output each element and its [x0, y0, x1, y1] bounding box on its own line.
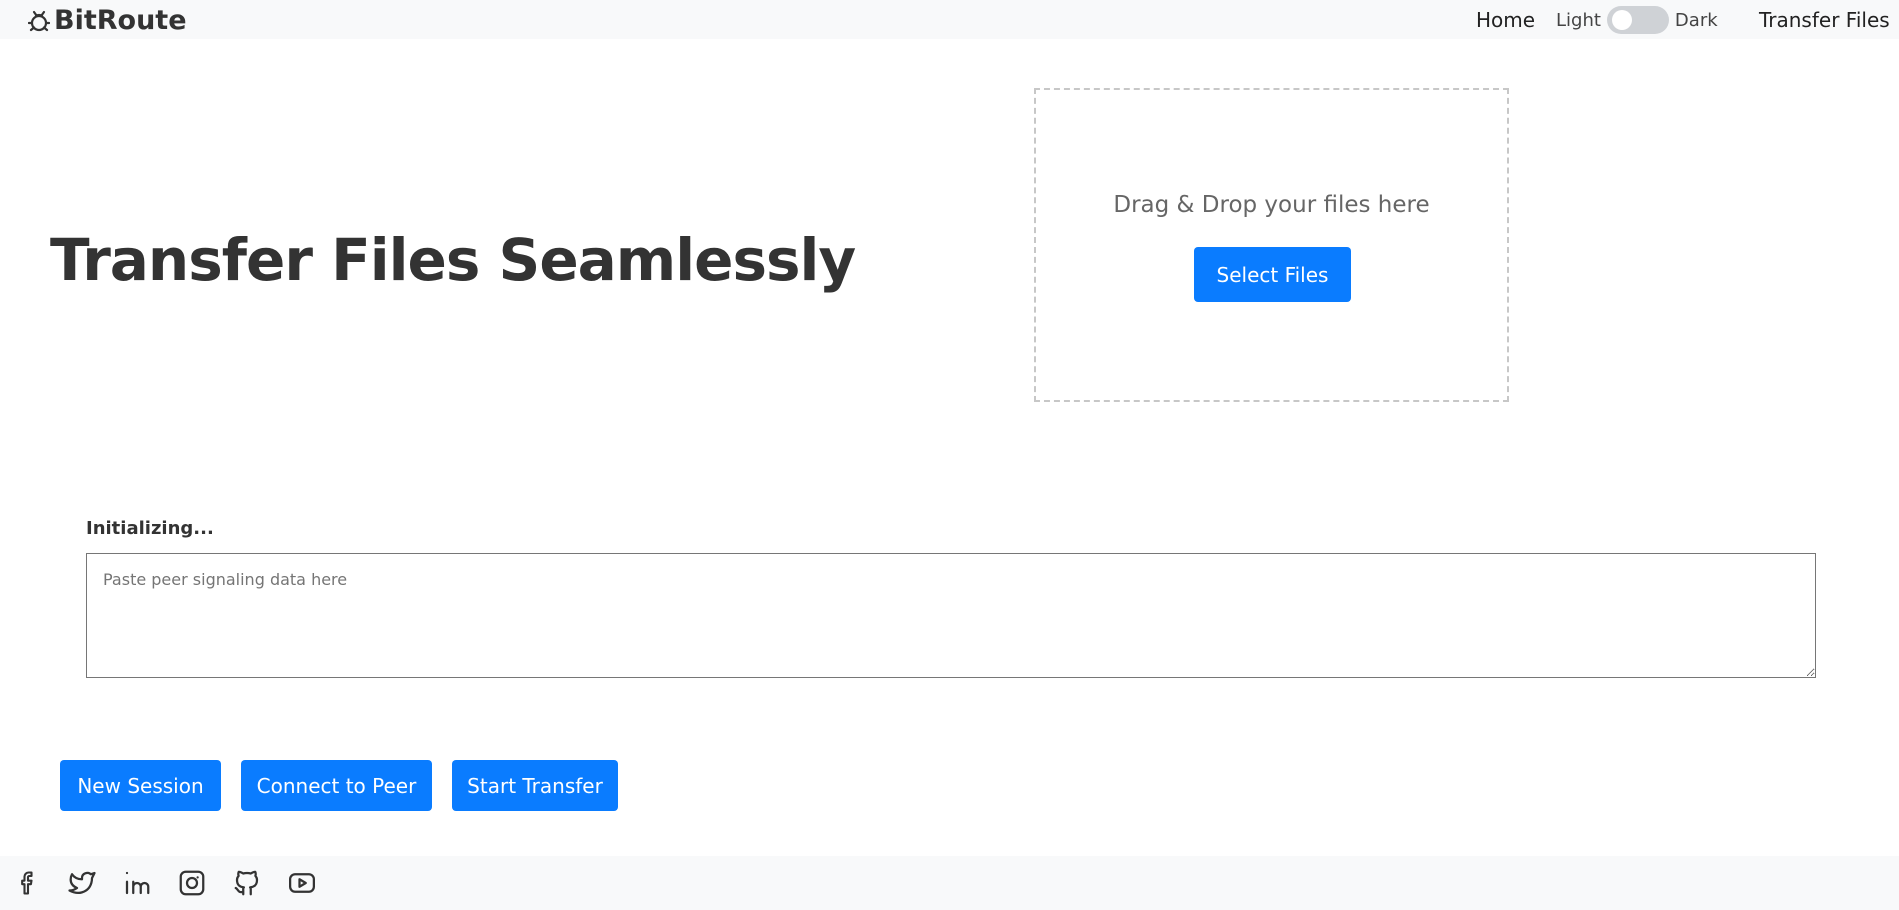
theme-toggle: Light Dark	[1556, 5, 1718, 35]
nav-transfer-files-link[interactable]: Transfer Files	[1759, 8, 1890, 32]
brand-name: BitRoute	[54, 4, 187, 36]
facebook-icon[interactable]	[11, 866, 45, 900]
navbar: BitRoute Home Light Dark Transfer Files	[0, 0, 1899, 39]
theme-switch[interactable]	[1606, 6, 1669, 34]
brand-link[interactable]: BitRoute	[28, 4, 187, 36]
github-icon[interactable]	[230, 866, 264, 900]
file-dropzone[interactable]: Drag & Drop your files here Select Files	[1034, 88, 1509, 402]
start-transfer-button[interactable]: Start Transfer	[452, 760, 618, 811]
hero-title: Transfer Files Seamlessly	[50, 226, 856, 294]
youtube-icon[interactable]	[285, 866, 319, 900]
signal-data-input[interactable]	[86, 553, 1816, 678]
twitter-icon[interactable]	[65, 866, 99, 900]
theme-switch-knob	[1611, 10, 1632, 30]
bug-icon	[28, 7, 50, 33]
new-session-button[interactable]: New Session	[60, 760, 221, 811]
instagram-icon[interactable]	[175, 866, 209, 900]
connection-status: Initializing...	[86, 518, 214, 539]
linkedin-icon[interactable]	[120, 866, 154, 900]
connect-to-peer-button[interactable]: Connect to Peer	[241, 760, 432, 811]
dropzone-text: Drag & Drop your files here	[1113, 192, 1430, 218]
select-files-button[interactable]: Select Files	[1194, 247, 1351, 302]
footer	[0, 856, 1899, 910]
nav-home-link[interactable]: Home	[1476, 8, 1535, 32]
theme-light-label: Light	[1556, 9, 1601, 31]
theme-dark-label: Dark	[1674, 9, 1718, 31]
